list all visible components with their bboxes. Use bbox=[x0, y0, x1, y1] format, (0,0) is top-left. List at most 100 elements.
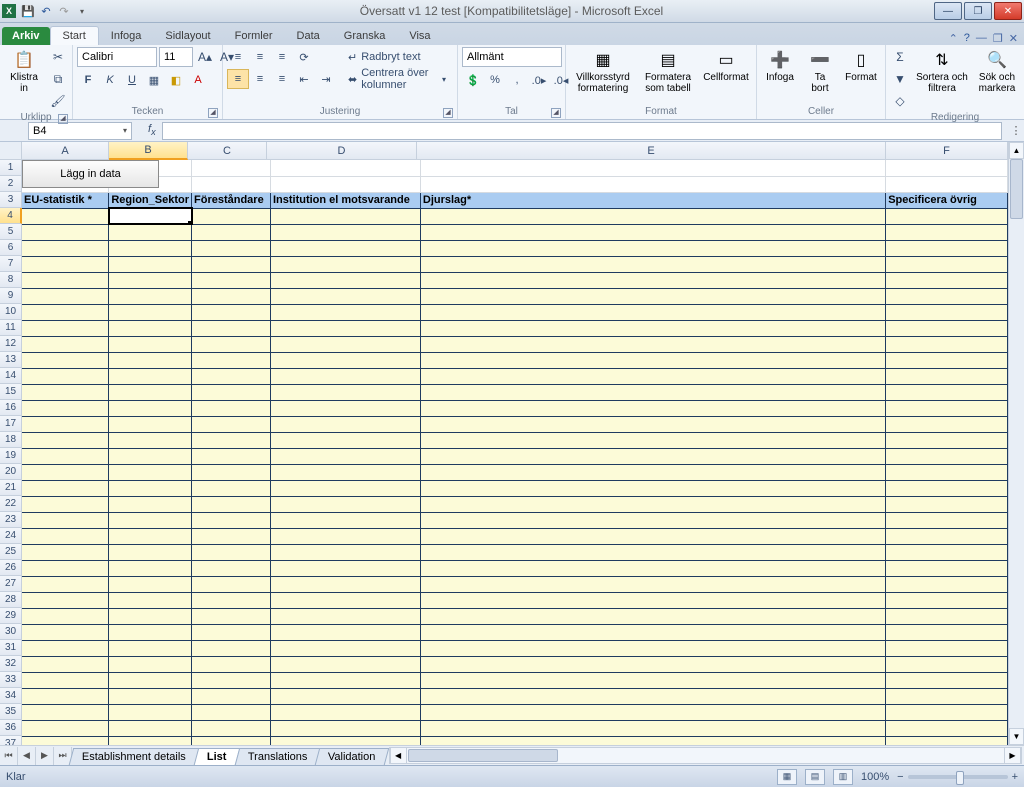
align-left-icon[interactable]: ≡ bbox=[227, 69, 249, 89]
cell[interactable] bbox=[270, 592, 420, 608]
comma-icon[interactable]: , bbox=[506, 70, 528, 90]
cell[interactable] bbox=[886, 368, 1008, 384]
cell[interactable] bbox=[192, 496, 271, 512]
cell-styles-button[interactable]: ▭Cellformat bbox=[700, 47, 752, 83]
cell[interactable] bbox=[886, 432, 1008, 448]
tab-nav-next-icon[interactable]: ▶ bbox=[36, 747, 54, 765]
cell[interactable] bbox=[420, 688, 885, 704]
cell[interactable] bbox=[109, 384, 192, 400]
cell[interactable] bbox=[22, 496, 109, 512]
sheet-tab[interactable]: Validation bbox=[315, 748, 389, 765]
cell[interactable] bbox=[886, 288, 1008, 304]
cell[interactable] bbox=[886, 624, 1008, 640]
cell[interactable] bbox=[22, 464, 109, 480]
cell[interactable] bbox=[420, 640, 885, 656]
cell[interactable] bbox=[109, 368, 192, 384]
cell[interactable] bbox=[109, 304, 192, 320]
cell[interactable] bbox=[109, 288, 192, 304]
cell[interactable] bbox=[192, 736, 271, 745]
fill-color-icon[interactable]: ◧ bbox=[165, 70, 187, 90]
cell[interactable] bbox=[192, 704, 271, 720]
cell[interactable] bbox=[22, 576, 109, 592]
cell[interactable] bbox=[886, 656, 1008, 672]
row-header[interactable]: 32 bbox=[0, 656, 22, 672]
cell[interactable] bbox=[270, 656, 420, 672]
cell[interactable] bbox=[109, 336, 192, 352]
cell[interactable] bbox=[270, 688, 420, 704]
lagg-in-data-button[interactable]: Lägg in data bbox=[22, 160, 159, 188]
cell[interactable] bbox=[420, 384, 885, 400]
cell[interactable] bbox=[886, 416, 1008, 432]
row-header[interactable]: 21 bbox=[0, 480, 22, 496]
cell[interactable]: Djurslag* bbox=[420, 192, 885, 208]
cells-area[interactable]: EU-statistik *Region_SektorFöreståndareI… bbox=[22, 160, 1008, 745]
align-top-icon[interactable]: ≡ bbox=[227, 47, 249, 67]
cell[interactable] bbox=[109, 544, 192, 560]
cell[interactable] bbox=[420, 352, 885, 368]
cell[interactable] bbox=[192, 256, 271, 272]
cell[interactable] bbox=[109, 640, 192, 656]
normal-view-icon[interactable]: ▦ bbox=[777, 769, 797, 785]
cell[interactable] bbox=[420, 256, 885, 272]
zoom-out-icon[interactable]: − bbox=[897, 771, 903, 783]
cell[interactable] bbox=[192, 512, 271, 528]
cell[interactable] bbox=[270, 240, 420, 256]
cell[interactable] bbox=[270, 544, 420, 560]
cell[interactable] bbox=[420, 432, 885, 448]
cell[interactable] bbox=[192, 640, 271, 656]
cell[interactable] bbox=[420, 400, 885, 416]
cell[interactable] bbox=[22, 448, 109, 464]
save-icon[interactable]: 💾 bbox=[21, 4, 35, 18]
cell[interactable] bbox=[886, 304, 1008, 320]
scroll-thumb-h[interactable] bbox=[408, 749, 558, 762]
cell[interactable] bbox=[270, 608, 420, 624]
row-header[interactable]: 27 bbox=[0, 576, 22, 592]
tab-infoga[interactable]: Infoga bbox=[99, 27, 154, 45]
align-middle-icon[interactable]: ≡ bbox=[249, 47, 271, 67]
cell[interactable] bbox=[420, 288, 885, 304]
row-header[interactable]: 24 bbox=[0, 528, 22, 544]
row-header[interactable]: 20 bbox=[0, 464, 22, 480]
cell[interactable]: Institution el motsvarande bbox=[270, 192, 420, 208]
cell[interactable] bbox=[886, 544, 1008, 560]
cell[interactable] bbox=[420, 704, 885, 720]
cell[interactable] bbox=[270, 464, 420, 480]
cell[interactable] bbox=[192, 560, 271, 576]
sheet-tab[interactable]: Establishment details bbox=[69, 748, 200, 765]
align-bottom-icon[interactable]: ≡ bbox=[271, 47, 293, 67]
find-select-button[interactable]: 🔍Sök och markera bbox=[974, 47, 1020, 94]
row-header[interactable]: 17 bbox=[0, 416, 22, 432]
cell[interactable] bbox=[420, 416, 885, 432]
formula-bar[interactable] bbox=[162, 122, 1002, 140]
cell[interactable] bbox=[420, 544, 885, 560]
indent-decrease-icon[interactable]: ⇤ bbox=[293, 69, 315, 89]
cell[interactable] bbox=[109, 512, 192, 528]
cell[interactable] bbox=[420, 736, 885, 745]
fill-icon[interactable]: ▼ bbox=[890, 69, 910, 89]
cell[interactable] bbox=[109, 592, 192, 608]
cell[interactable] bbox=[886, 528, 1008, 544]
cell[interactable] bbox=[420, 608, 885, 624]
cell[interactable] bbox=[886, 384, 1008, 400]
row-header[interactable]: 11 bbox=[0, 320, 22, 336]
row-header[interactable]: 13 bbox=[0, 352, 22, 368]
row-header[interactable]: 16 bbox=[0, 400, 22, 416]
cell[interactable] bbox=[886, 272, 1008, 288]
close-button[interactable]: ✕ bbox=[994, 2, 1022, 20]
cell[interactable] bbox=[22, 672, 109, 688]
cell[interactable] bbox=[192, 416, 271, 432]
scroll-up-icon[interactable]: ▲ bbox=[1009, 142, 1024, 159]
row-header[interactable]: 23 bbox=[0, 512, 22, 528]
cell[interactable] bbox=[192, 688, 271, 704]
cell[interactable] bbox=[22, 256, 109, 272]
horizontal-scrollbar[interactable]: ◀ ▶ bbox=[389, 747, 1022, 764]
percent-icon[interactable]: % bbox=[484, 70, 506, 90]
cell[interactable] bbox=[420, 560, 885, 576]
cell[interactable]: EU-statistik * bbox=[22, 192, 109, 208]
cell[interactable] bbox=[192, 672, 271, 688]
row-header[interactable]: 22 bbox=[0, 496, 22, 512]
cell[interactable] bbox=[270, 352, 420, 368]
cell[interactable] bbox=[192, 176, 271, 192]
row-header[interactable]: 26 bbox=[0, 560, 22, 576]
cell[interactable] bbox=[420, 160, 885, 176]
